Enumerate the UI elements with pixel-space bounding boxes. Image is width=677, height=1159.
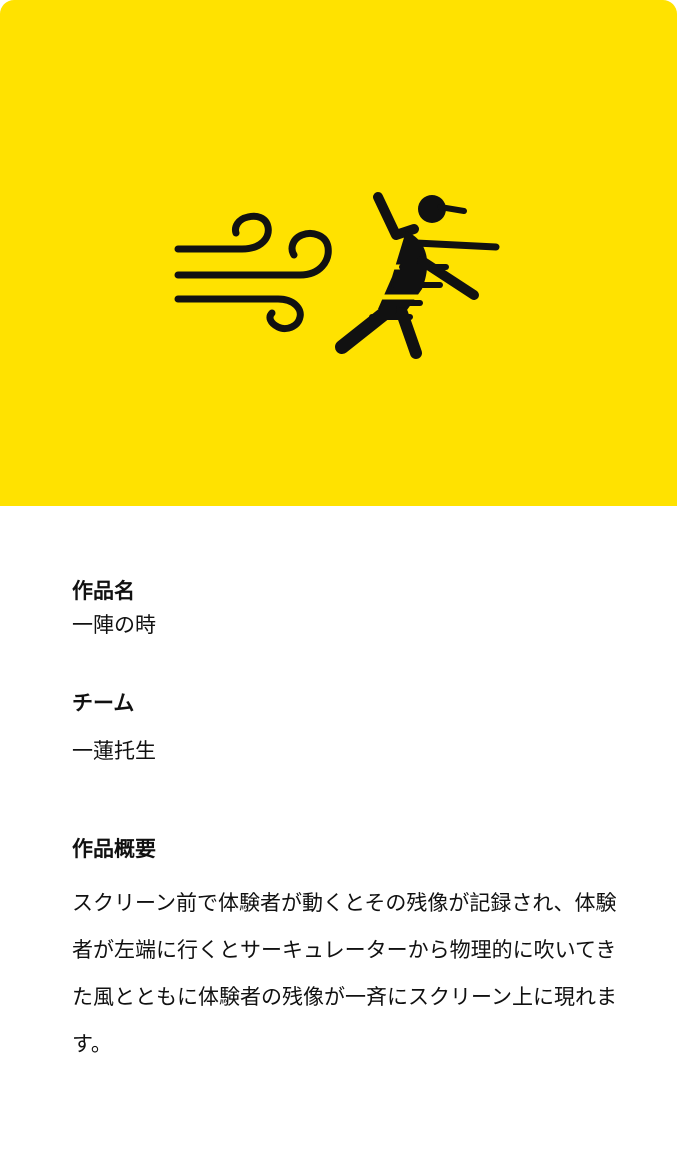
hero-banner (0, 0, 677, 506)
summary-label: 作品概要 (72, 837, 156, 861)
team-block: チーム 一蓮托生 (72, 686, 632, 768)
work-title-value: 一陣の時 (72, 613, 156, 637)
work-title-label: 作品名 (72, 579, 135, 603)
team-label: チーム (72, 691, 135, 715)
work-details: 作品名 一陣の時 チーム 一蓮托生 作品概要 スクリーン前で体験者が動くとその残… (72, 574, 632, 1068)
work-title-block: 作品名 一陣の時 (72, 574, 632, 642)
team-value: 一蓮托生 (72, 739, 156, 763)
work-card: 作品名 一陣の時 チーム 一蓮托生 作品概要 スクリーン前で体験者が動くとその残… (0, 0, 677, 1159)
wind-person-icon (174, 192, 500, 359)
summary-text: スクリーン前で体験者が動くとその残像が記録され、体験者が左端に行くとサーキュレー… (72, 891, 617, 1056)
summary-block: 作品概要 スクリーン前で体験者が動くとその残像が記録され、体験者が左端に行くとサ… (72, 832, 632, 1068)
